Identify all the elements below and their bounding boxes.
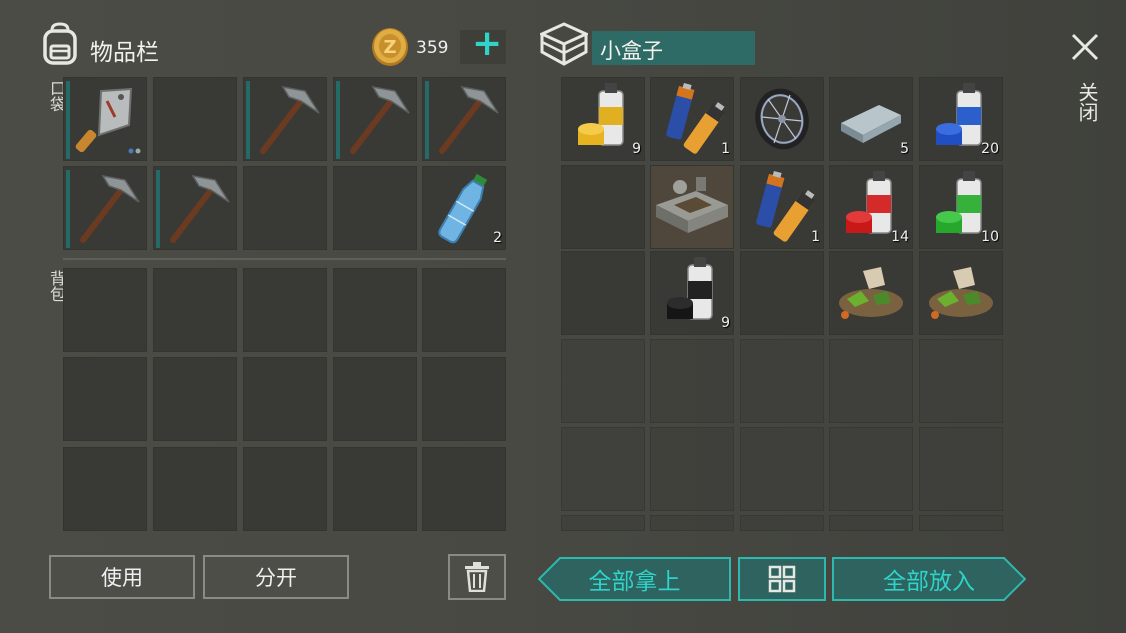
container-slot-14[interactable] bbox=[829, 251, 913, 335]
container-empty-slot[interactable] bbox=[650, 339, 734, 423]
currency-coin-icon: Z bbox=[370, 26, 410, 68]
workbench-part-icon bbox=[656, 177, 728, 233]
item-count: 5 bbox=[900, 141, 909, 157]
container-empty-slot[interactable] bbox=[919, 427, 1003, 511]
container-slot-5[interactable]: 20 bbox=[919, 77, 1003, 161]
backpack-slot[interactable] bbox=[153, 357, 237, 441]
container-empty-slot[interactable] bbox=[919, 339, 1003, 423]
container-empty-slot[interactable] bbox=[650, 515, 734, 531]
backpack-slot[interactable] bbox=[333, 268, 417, 352]
container-slot-15[interactable] bbox=[919, 251, 1003, 335]
container-slot-2[interactable]: 1 bbox=[650, 77, 734, 161]
item-count: 1 bbox=[721, 141, 730, 157]
pocket-slot-1[interactable] bbox=[63, 77, 147, 161]
container-empty-slot[interactable] bbox=[829, 427, 913, 511]
pickaxe-icon bbox=[170, 174, 230, 243]
container-slot-8[interactable]: 1 bbox=[740, 165, 824, 249]
wheel-icon bbox=[755, 88, 809, 150]
cleaver-icon bbox=[75, 87, 141, 154]
container-empty-slot[interactable] bbox=[740, 339, 824, 423]
trash-icon bbox=[465, 562, 489, 592]
container-slot-13[interactable] bbox=[740, 251, 824, 335]
backpack-slot[interactable] bbox=[153, 268, 237, 352]
split-button[interactable]: 分开 bbox=[203, 555, 349, 599]
container-slot-12[interactable]: 9 bbox=[650, 251, 734, 335]
container-empty-slot[interactable] bbox=[740, 515, 824, 531]
container-title-text: 小盒子 bbox=[600, 39, 663, 63]
backpack-icon bbox=[40, 22, 80, 66]
backpack-slot[interactable] bbox=[63, 357, 147, 441]
container-empty-slot[interactable] bbox=[561, 339, 645, 423]
pocket-slot-5[interactable] bbox=[422, 77, 506, 161]
pocket-slot-8[interactable] bbox=[243, 166, 327, 250]
svg-text:Z: Z bbox=[383, 37, 396, 58]
backpack-slot[interactable] bbox=[243, 447, 327, 531]
scrap-pile-icon bbox=[839, 267, 903, 319]
container-empty-slot[interactable] bbox=[650, 427, 734, 511]
pickaxe-icon bbox=[439, 85, 499, 154]
trash-button[interactable] bbox=[448, 554, 506, 600]
pocket-slot-6[interactable] bbox=[63, 166, 147, 250]
box-icon bbox=[538, 22, 590, 66]
container-empty-slot[interactable] bbox=[740, 427, 824, 511]
container-slot-9[interactable]: 14 bbox=[829, 165, 913, 249]
pocket-slot-7[interactable] bbox=[153, 166, 237, 250]
container-empty-slot[interactable] bbox=[829, 339, 913, 423]
item-count: 1 bbox=[811, 229, 820, 245]
close-label: 关闭 bbox=[1075, 82, 1099, 122]
use-button[interactable]: 使用 bbox=[49, 555, 195, 599]
put-all-label: 全部放入 bbox=[883, 569, 975, 595]
pickaxe-icon bbox=[350, 85, 410, 154]
currency-amount: 359 bbox=[416, 38, 449, 58]
sort-grid-button[interactable] bbox=[738, 557, 826, 601]
backpack-slot[interactable] bbox=[63, 268, 147, 352]
container-slot-11[interactable] bbox=[561, 251, 645, 335]
item-count: 14 bbox=[891, 229, 909, 245]
backpack-slot[interactable] bbox=[422, 357, 506, 441]
close-icon bbox=[1071, 33, 1099, 61]
plus-icon: + bbox=[472, 23, 503, 64]
pocket-slot-3[interactable] bbox=[243, 77, 327, 161]
backpack-slot[interactable] bbox=[243, 268, 327, 352]
pocket-slot-9[interactable] bbox=[333, 166, 417, 250]
item-count: 10 bbox=[981, 229, 999, 245]
backpack-slot[interactable] bbox=[153, 447, 237, 531]
container-slot-1[interactable]: 9 bbox=[561, 77, 645, 161]
container-slot-3[interactable] bbox=[740, 77, 824, 161]
inventory-title: 物品栏 bbox=[90, 40, 159, 66]
backpack-slot[interactable] bbox=[422, 268, 506, 352]
add-currency-button[interactable]: + bbox=[460, 23, 506, 64]
container-empty-slot[interactable] bbox=[919, 515, 1003, 531]
container-slot-7[interactable] bbox=[650, 165, 734, 249]
pocket-slot-10[interactable]: 2 bbox=[422, 166, 506, 250]
container-slot-10[interactable]: 10 bbox=[919, 165, 1003, 249]
pocket-slot-4[interactable] bbox=[333, 77, 417, 161]
container-empty-slot[interactable] bbox=[561, 515, 645, 531]
container-empty-slot[interactable] bbox=[561, 427, 645, 511]
backpack-slot[interactable] bbox=[422, 447, 506, 531]
pickaxe-icon bbox=[260, 85, 320, 154]
container-empty-slot[interactable] bbox=[829, 515, 913, 531]
pocket-slot-2[interactable] bbox=[153, 77, 237, 161]
item-count: 2 bbox=[493, 230, 502, 246]
scrap-pile-icon bbox=[929, 267, 993, 319]
item-count: 9 bbox=[632, 141, 641, 157]
put-all-button[interactable]: 全部放入 bbox=[832, 557, 1026, 601]
take-all-label: 全部拿上 bbox=[588, 569, 681, 595]
container-slot-6[interactable] bbox=[561, 165, 645, 249]
backpack-slot[interactable] bbox=[243, 357, 327, 441]
item-count: 9 bbox=[721, 315, 730, 331]
backpack-slot[interactable] bbox=[63, 447, 147, 531]
close-button[interactable]: 关闭 bbox=[1062, 28, 1108, 132]
item-count: 20 bbox=[981, 141, 999, 157]
backpack-slot[interactable] bbox=[333, 357, 417, 441]
section-divider bbox=[63, 258, 506, 260]
pickaxe-icon bbox=[80, 174, 140, 243]
backpack-slot[interactable] bbox=[333, 447, 417, 531]
container-title[interactable]: 小盒子 bbox=[592, 31, 755, 65]
take-all-button[interactable]: 全部拿上 bbox=[538, 557, 731, 601]
container-slot-4[interactable]: 5 bbox=[829, 77, 913, 161]
grid-icon bbox=[768, 565, 796, 593]
